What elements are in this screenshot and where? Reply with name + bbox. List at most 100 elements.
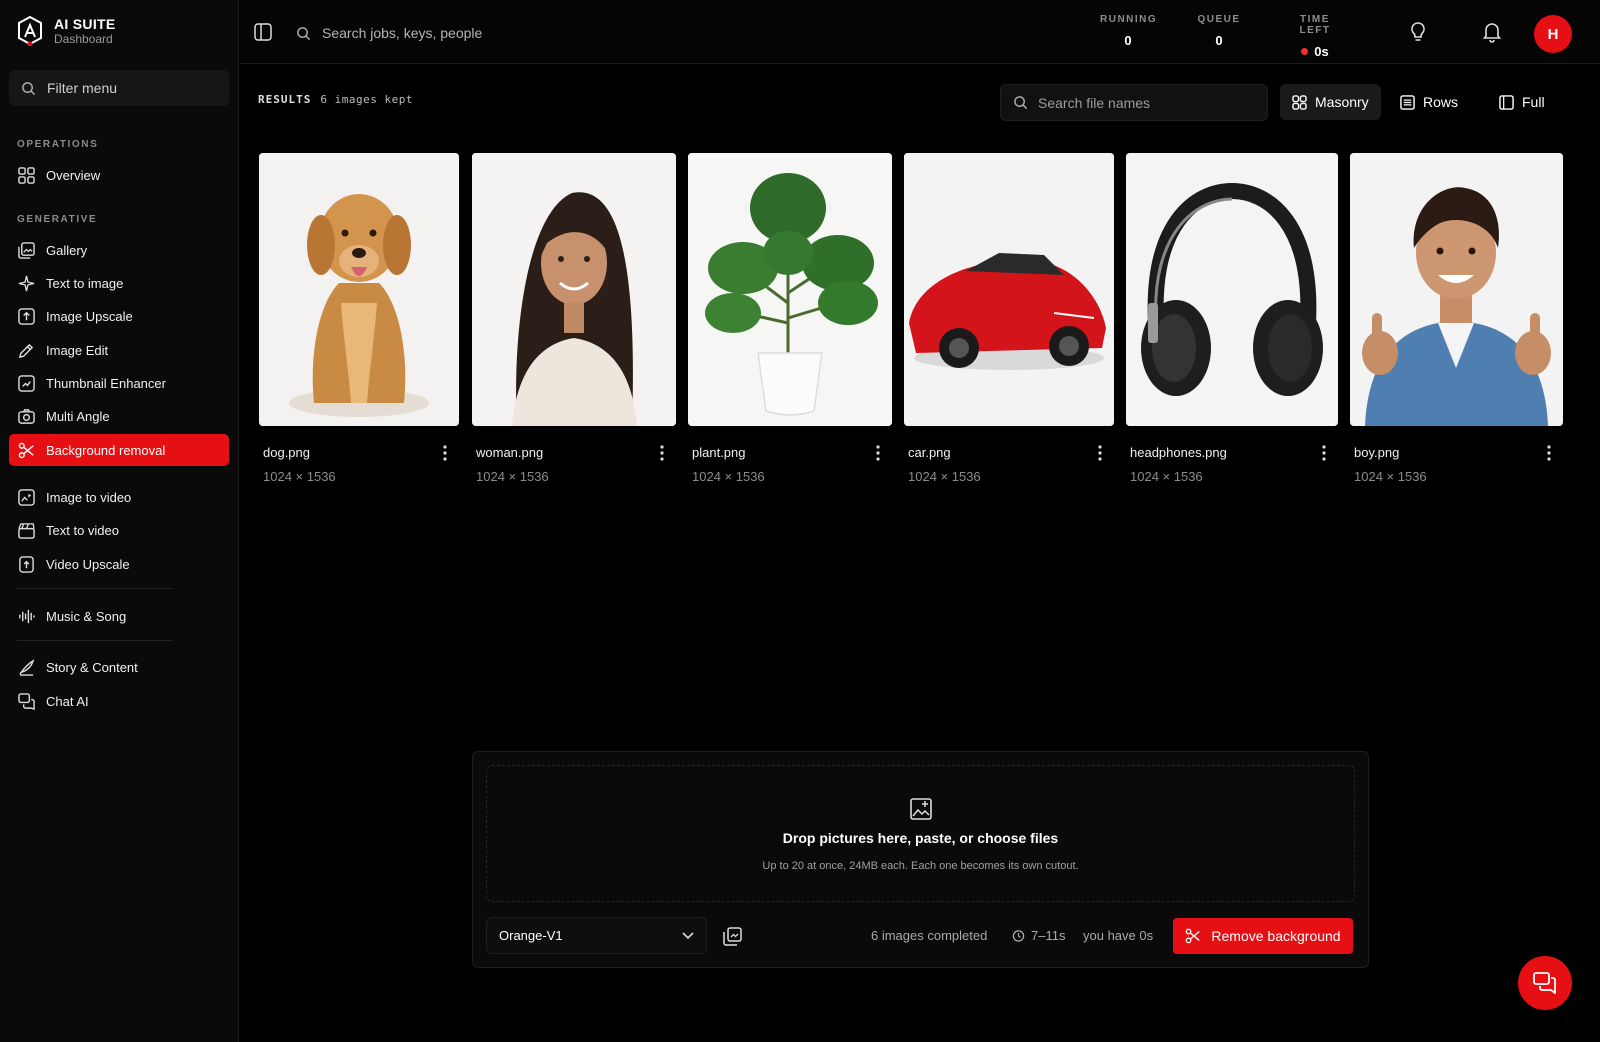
pen-icon bbox=[18, 343, 34, 358]
more-vertical-icon[interactable] bbox=[660, 445, 664, 461]
image-card-dog[interactable]: dog.png 1024 × 1536 bbox=[259, 153, 459, 484]
stat-queue: QUEUE 0 bbox=[1194, 14, 1244, 48]
sidebar-item-story-content[interactable]: Story & Content bbox=[9, 651, 229, 683]
chevron-down-icon bbox=[682, 931, 694, 939]
more-vertical-icon[interactable] bbox=[1547, 445, 1551, 461]
filter-menu-placeholder: Filter menu bbox=[47, 80, 118, 96]
sidebar-item-gallery[interactable]: Gallery bbox=[9, 234, 229, 266]
sidebar-item-label: Overview bbox=[46, 167, 101, 183]
sidebar-item-image-upscale[interactable]: Image Upscale bbox=[9, 300, 229, 332]
remove-background-label: Remove background bbox=[1211, 928, 1341, 944]
chat-fab-button[interactable] bbox=[1518, 956, 1572, 1010]
image-dims: 1024 × 1536 bbox=[908, 469, 981, 484]
sidebar-item-image-to-video[interactable]: Image to video bbox=[9, 481, 229, 513]
topbar: Search jobs, keys, people RUNNING 0 QUEU… bbox=[240, 0, 1600, 64]
sidebar-item-video-upscale[interactable]: Video Upscale bbox=[9, 548, 229, 580]
dropzone-title: Drop pictures here, paste, or choose fil… bbox=[782, 830, 1059, 846]
more-vertical-icon[interactable] bbox=[1322, 445, 1326, 461]
eta-status: 7–11s bbox=[1012, 928, 1065, 943]
sidebar-item-background-removal[interactable]: Background removal bbox=[9, 434, 229, 466]
lightbulb-icon[interactable] bbox=[1408, 21, 1428, 43]
stat-time-value: 0s bbox=[1314, 44, 1329, 59]
sidebar-item-label: Image Upscale bbox=[46, 308, 133, 324]
search-icon bbox=[297, 26, 311, 40]
sidebar-item-label: Text to image bbox=[46, 275, 124, 291]
image-card-boy[interactable]: boy.png 1024 × 1536 bbox=[1350, 153, 1563, 484]
image-name: dog.png bbox=[263, 445, 310, 460]
thumbnail-plant[interactable] bbox=[688, 153, 892, 426]
search-icon bbox=[22, 81, 36, 95]
stat-time-label: TIME LEFT bbox=[1299, 14, 1331, 36]
view-rows-button[interactable]: Rows bbox=[1388, 84, 1470, 120]
thumbnail-headphones[interactable] bbox=[1126, 153, 1338, 426]
dog-image bbox=[259, 153, 459, 426]
timer-icon bbox=[1012, 930, 1025, 942]
image-name: plant.png bbox=[692, 445, 746, 460]
image-card-headphones[interactable]: headphones.png 1024 × 1536 bbox=[1126, 153, 1338, 484]
sidebar-item-multi-angle[interactable]: Multi Angle bbox=[9, 400, 229, 432]
results-header: RESULTS 6 images kept bbox=[258, 93, 413, 106]
view-full-button[interactable]: Full bbox=[1487, 84, 1557, 120]
headphones-image bbox=[1126, 153, 1338, 426]
sidebar-item-label: Story & Content bbox=[46, 659, 138, 675]
masonry-icon bbox=[1292, 94, 1307, 110]
sidebar-item-image-edit[interactable]: Image Edit bbox=[9, 334, 229, 366]
thumbnail-car[interactable] bbox=[904, 153, 1114, 426]
brand-title: AI SUITE bbox=[54, 15, 116, 32]
thumbnail-icon bbox=[18, 374, 35, 392]
car-image bbox=[904, 153, 1114, 426]
scissors-icon bbox=[1186, 928, 1201, 944]
model-select[interactable]: Orange-V1 bbox=[486, 917, 707, 954]
thumbnail-woman[interactable] bbox=[472, 153, 676, 426]
thumbnail-boy[interactable] bbox=[1350, 153, 1563, 426]
eta-value: 7–11s bbox=[1031, 928, 1066, 943]
thumbnail-dog[interactable] bbox=[259, 153, 459, 426]
sidebar-item-chat-ai[interactable]: Chat AI bbox=[9, 685, 229, 717]
more-vertical-icon[interactable] bbox=[1098, 445, 1102, 461]
full-icon bbox=[1499, 94, 1514, 110]
sidebar-item-text-to-image[interactable]: Text to image bbox=[9, 267, 229, 299]
image-dims: 1024 × 1536 bbox=[692, 469, 765, 484]
results-count: 6 images kept bbox=[320, 93, 413, 106]
image-dims: 1024 × 1536 bbox=[1354, 469, 1427, 484]
sidebar-item-label: Chat AI bbox=[46, 693, 89, 709]
sidebar-item-music-song[interactable]: Music & Song bbox=[9, 600, 229, 632]
bell-icon[interactable] bbox=[1482, 21, 1502, 43]
sidebar-item-label: Music & Song bbox=[46, 608, 127, 624]
image-card-car[interactable]: car.png 1024 × 1536 bbox=[904, 153, 1114, 484]
upscale-icon bbox=[18, 307, 35, 325]
remove-background-button[interactable]: Remove background bbox=[1173, 918, 1353, 954]
avatar[interactable]: H bbox=[1534, 15, 1572, 53]
sidebar-item-label: Image to video bbox=[46, 489, 132, 505]
status-dot-icon bbox=[1301, 48, 1309, 55]
sidebar-item-text-to-video[interactable]: Text to video bbox=[9, 514, 229, 546]
boy-image bbox=[1350, 153, 1563, 426]
scissors-icon bbox=[18, 442, 34, 458]
sidebar: AI SUITE Dashboard Filter menu OPERATION… bbox=[0, 0, 239, 1042]
dropzone[interactable]: Drop pictures here, paste, or choose fil… bbox=[486, 765, 1355, 902]
sidebar-item-label: Video Upscale bbox=[46, 556, 130, 572]
global-search-input[interactable]: Search jobs, keys, people bbox=[296, 16, 596, 50]
view-rows-label: Rows bbox=[1423, 94, 1459, 110]
stat-time-row: 0s bbox=[1283, 44, 1347, 59]
chat-icon bbox=[18, 692, 35, 710]
file-search-input[interactable]: Search file names bbox=[1000, 84, 1268, 121]
sidebar-item-label: Background removal bbox=[46, 442, 166, 458]
credits-status: you have 0s bbox=[1083, 928, 1154, 943]
image-card-plant[interactable]: plant.png 1024 × 1536 bbox=[688, 153, 892, 484]
stat-running-value: 0 bbox=[1124, 33, 1132, 48]
sidebar-toggle-icon[interactable] bbox=[254, 23, 272, 41]
view-masonry-button[interactable]: Masonry bbox=[1280, 84, 1381, 120]
image-dims: 1024 × 1536 bbox=[263, 469, 336, 484]
batch-copy-icon[interactable] bbox=[723, 927, 742, 946]
more-vertical-icon[interactable] bbox=[443, 445, 447, 461]
more-vertical-icon[interactable] bbox=[876, 445, 880, 461]
plant-image bbox=[688, 153, 892, 426]
image-card-woman[interactable]: woman.png 1024 × 1536 bbox=[472, 153, 676, 484]
filter-menu-input[interactable]: Filter menu bbox=[9, 70, 229, 106]
brand[interactable]: AI SUITE Dashboard bbox=[17, 16, 116, 46]
dropzone-subtitle: Up to 20 at once, 24MB each. Each one be… bbox=[762, 860, 1079, 872]
global-search-placeholder: Search jobs, keys, people bbox=[322, 25, 483, 41]
sidebar-item-overview[interactable]: Overview bbox=[9, 159, 229, 191]
sidebar-item-thumbnail-enhancer[interactable]: Thumbnail Enhancer bbox=[9, 367, 229, 399]
